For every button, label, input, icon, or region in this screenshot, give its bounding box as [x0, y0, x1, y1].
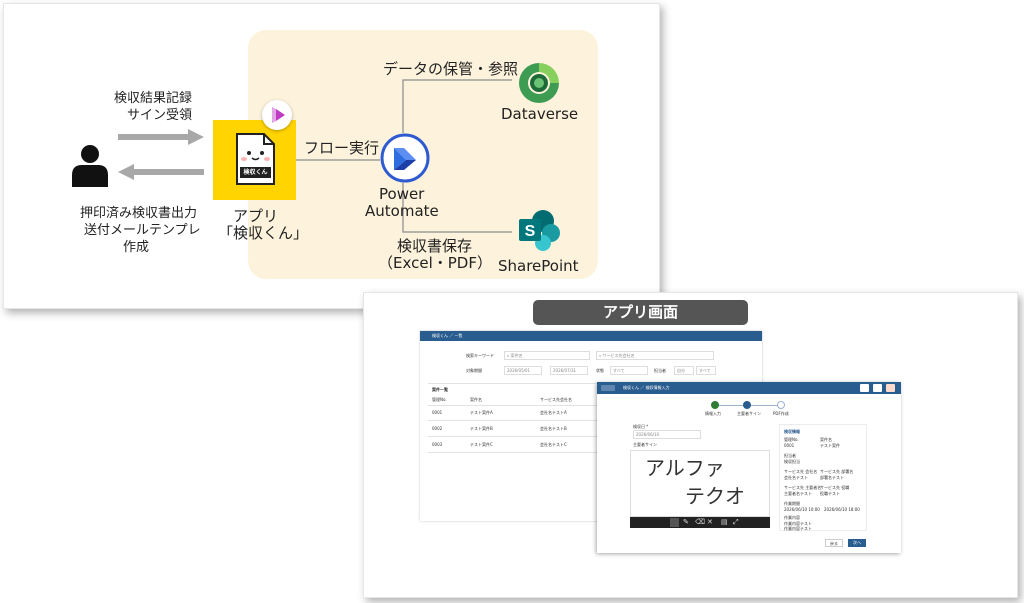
step-2-label: 主要者サイン	[737, 411, 761, 416]
power-automate-label-1: Power	[379, 185, 425, 203]
right-arrow-icon	[118, 129, 204, 145]
sharepoint-edge-label-2: （Excel・PDF）	[378, 254, 492, 272]
dataverse-connector	[402, 79, 512, 133]
zoom-icon[interactable]	[670, 518, 679, 527]
back-button[interactable]: 戻る	[825, 539, 843, 547]
app-label-2: 「検収くん」	[218, 224, 309, 242]
signature-label: 主要者サイン	[633, 442, 657, 447]
signature-line-2: テクオ	[685, 484, 745, 508]
close-icon[interactable]	[886, 384, 895, 392]
dataverse-edge-label: データの保管・参照	[383, 60, 519, 78]
col-header-company: サービス先会社名	[540, 397, 572, 402]
app-label-1: アプリ	[233, 207, 279, 225]
target-period-label: 対象期間	[466, 368, 482, 373]
sort-label: 担当者	[654, 368, 666, 373]
power-automate-label-2: Automate	[365, 202, 439, 220]
date-input[interactable]: 2026/06/10	[633, 430, 701, 439]
signature-toolbar: ✎ ⌫ ✕ ▤ ⤢	[630, 517, 770, 528]
status-select[interactable]: すべて	[610, 366, 648, 375]
app-tile: 検収くん	[213, 120, 296, 200]
signature-pad[interactable]: アルファ テクオ	[630, 450, 770, 517]
assignee-select-2[interactable]: すべて	[696, 366, 716, 375]
app-document-icon	[236, 133, 275, 185]
list-title: 案件一覧	[432, 387, 448, 392]
left-top-label-1: 検収結果記録	[114, 91, 193, 106]
left-bottom-label-3: 作成	[123, 240, 150, 255]
detail-window: 検収くん ／ 検収情報入力 情報入力 主要者サイン PDF作成 検収日 * 20…	[597, 382, 901, 553]
step-1-label: 情報入力	[705, 411, 721, 416]
flow-label: フロー実行	[304, 139, 380, 157]
search-keyword-label: 検索キーワード	[466, 353, 494, 358]
col-header-name: 案件名	[470, 397, 482, 402]
sharepoint-icon: S	[519, 210, 560, 251]
status-label: 状態	[596, 368, 604, 373]
left-arrow-icon	[118, 164, 204, 180]
keyword-input[interactable]: ⌕ 案件名	[504, 351, 590, 360]
step-3-indicator	[777, 401, 785, 409]
power-automate-icon	[380, 133, 430, 183]
step-3-label: PDF作成	[773, 411, 789, 416]
dataverse-label: Dataverse	[501, 105, 579, 123]
next-button[interactable]: 次へ	[848, 539, 866, 547]
left-bottom-label-1: 押印済み検収書出力	[80, 206, 198, 221]
sharepoint-edge-label-1: 検収書保存	[397, 237, 473, 255]
step-2-indicator	[743, 401, 751, 409]
assignee-select[interactable]: 自分	[674, 366, 694, 375]
svg-text:S: S	[525, 223, 536, 240]
left-top-label-2: サイン受領	[127, 108, 193, 123]
resize-icon[interactable]: ⤢	[733, 519, 739, 526]
info-title: 検収情報	[784, 429, 800, 434]
save-icon[interactable]	[860, 384, 869, 392]
date-label: 検収日 *	[633, 424, 649, 429]
list-window-header: 検収くん ／ 一覧	[420, 331, 762, 341]
power-apps-icon	[272, 107, 285, 123]
sharepoint-label: SharePoint	[498, 257, 579, 275]
service-company-input[interactable]: ⌕ サービス先会社名	[596, 351, 714, 360]
col-header-no: 管理No.	[432, 397, 447, 402]
app-tile-text: 検収くん	[243, 169, 268, 176]
clear-icon[interactable]: ✕	[707, 519, 713, 526]
person-icon	[72, 145, 108, 187]
keyboard-icon[interactable]: ▤	[721, 519, 728, 526]
app-screen-title: アプリ画面	[533, 300, 748, 325]
power-apps-badge	[262, 100, 292, 130]
date-to-input[interactable]: 2026/07/31	[550, 366, 588, 375]
back-arrow-button[interactable]	[601, 385, 615, 391]
detail-window-header: 検収くん ／ 検収情報入力	[597, 382, 901, 394]
step-1-indicator	[711, 401, 719, 409]
dataverse-icon	[519, 63, 559, 103]
date-from-input[interactable]: 2026/05/01	[504, 366, 542, 375]
pen-icon[interactable]: ✎	[683, 519, 689, 526]
signature-line-1: アルファ	[645, 456, 725, 480]
minimize-icon[interactable]	[873, 384, 882, 392]
info-panel: 検収情報 管理No. 案件名 0001 テスト案件 担当者 検収担当 サービス先…	[779, 424, 867, 531]
eraser-icon[interactable]: ⌫	[695, 519, 705, 526]
left-bottom-label-2: 送付メールテンプレ	[84, 223, 201, 238]
